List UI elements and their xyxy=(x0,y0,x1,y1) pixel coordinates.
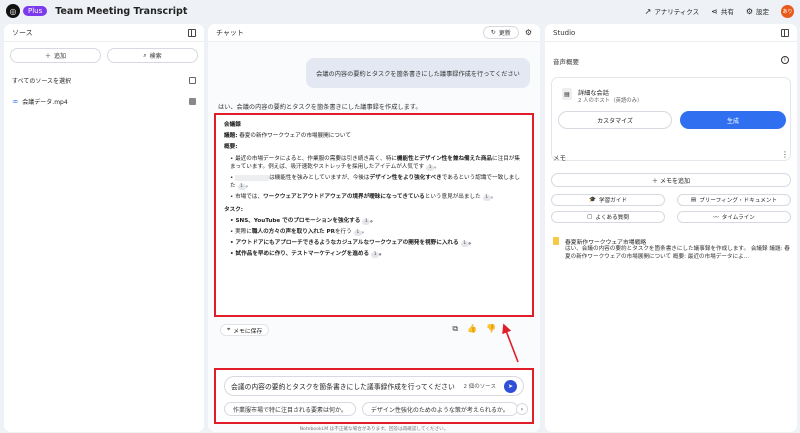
avatar[interactable]: あり xyxy=(781,4,794,18)
task-item-4: • 試作品を早めに作り、テストマーケティングを進める 1。 xyxy=(230,251,385,259)
citation-badge[interactable]: 1 xyxy=(353,230,362,237)
customize-button[interactable]: カスタマイズ xyxy=(558,111,672,129)
chat-panel: チャット ↻ 更新 ⚙ 会議の内容の要約とタスクを箇条書きにした議事録作成を行って… xyxy=(208,24,540,432)
share-button[interactable]: ⋖ 共有 xyxy=(711,6,734,17)
analytics-button[interactable]: ↗ アナリティクス xyxy=(644,6,700,17)
feedback-icons: ⧉ 👍 👎 xyxy=(452,324,496,334)
task-item-1: • SNS、YouTube でのプロモーションを強化する 1。 xyxy=(230,217,376,225)
search-icon: ⌕ xyxy=(143,51,147,59)
audio-doc-icon: ▤ xyxy=(562,88,572,100)
disclaimer-footer: NotebookLM は不正確な場合があります。回答は再確認してください。 xyxy=(299,427,449,432)
refresh-icon: ↻ xyxy=(490,29,496,36)
audio-card-subtitle: 2 人のホスト（英語のみ） xyxy=(578,98,643,104)
faq-icon: ▢ xyxy=(587,214,593,220)
notebooklm-logo-icon[interactable]: ◎ xyxy=(6,4,20,18)
citation-badge[interactable]: 1 xyxy=(460,241,469,248)
citation-badge[interactable]: 1 xyxy=(237,184,246,191)
timeline-button[interactable]: 〰タイムライン xyxy=(677,211,791,223)
send-arrow-icon: ➤ xyxy=(507,382,514,390)
graduation-cap-icon: 🎓 xyxy=(589,197,596,203)
thumbs-down-icon[interactable]: 👎 xyxy=(486,324,496,334)
studio-title: Studio xyxy=(553,28,576,37)
suggestion-chips: 作業服市場で特に注目される要素は何か。 デザイン性強化のためのような策が考えられ… xyxy=(224,402,518,416)
generate-button[interactable]: 生成 xyxy=(680,111,786,129)
redacted-text xyxy=(235,174,270,181)
source-item-name: 会議データ.mp4 xyxy=(22,99,68,106)
tune-icon[interactable]: ⚙ xyxy=(525,28,532,37)
citation-badge[interactable]: 1 xyxy=(362,218,371,225)
citation-badge[interactable]: 1 xyxy=(371,252,380,259)
citation-badge[interactable]: 1 xyxy=(482,195,491,202)
chat-title: チャット xyxy=(216,28,244,37)
source-count: 2 個のソース xyxy=(463,384,496,390)
trend-icon: ↗ xyxy=(644,6,652,16)
note-body: はい、会議の内容の要約とタスクを箇条書きにした議事録を作成します。 会議録 議題… xyxy=(565,246,790,260)
notebook-title[interactable]: Team Meeting Transcript xyxy=(55,6,187,17)
composer-highlight-box: 2 個のソース ➤ 作業服市場で特に注目される要素は何か。 デザイン性強化のため… xyxy=(214,368,534,424)
answer-intro: はい、会議の内容の要約とタスクを箇条書きにした議事録を作成します。 xyxy=(218,104,422,111)
source-item-checkbox[interactable] xyxy=(189,98,196,105)
chat-input[interactable] xyxy=(231,382,461,390)
sources-header: ソース xyxy=(4,24,204,42)
add-source-button[interactable]: ＋追加 xyxy=(10,48,101,63)
select-all-label: すべてのソースを選択 xyxy=(12,78,72,85)
timeline-icon: 〰 xyxy=(713,215,719,221)
settings-button[interactable]: ⚙ 設定 xyxy=(745,6,769,17)
sources-title: ソース xyxy=(12,28,33,37)
summary-item-1: • 最近の市場データによると、作業服の需要は引き続き高く、特に機能性とデザイン性… xyxy=(230,155,520,171)
summary-label: 概要: xyxy=(224,144,238,151)
tasks-label: タスク: xyxy=(224,206,244,213)
more-vertical-icon[interactable]: ⋮ xyxy=(781,150,789,159)
audio-overview-title: 音声概要 xyxy=(553,58,579,66)
top-bar: ◎ Plus Team Meeting Transcript ↗ アナリティクス … xyxy=(0,0,800,22)
refresh-button[interactable]: ↻ 更新 xyxy=(482,26,519,39)
save-to-note-button[interactable]: ⌖ メモに保存 xyxy=(220,324,270,336)
suggestion-chip[interactable]: 作業服市場で特に注目される要素は何か。 xyxy=(224,402,356,416)
collapse-panel-icon[interactable] xyxy=(781,28,789,37)
plus-badge: Plus xyxy=(23,6,48,16)
pin-icon: ⌖ xyxy=(227,326,231,333)
plus-icon: ＋ xyxy=(652,177,660,185)
share-icon: ⋖ xyxy=(711,6,718,16)
sources-panel: ソース ＋追加 ⌕ 検索 すべてのソースを選択 ♒ 会議データ.mp4 xyxy=(4,24,204,432)
memo-title: メモ xyxy=(553,154,566,162)
briefing-doc-button[interactable]: ▤ ブリーフィング・ドキュメント xyxy=(677,194,791,206)
add-note-button[interactable]: ＋ メモを追加 xyxy=(551,173,791,187)
summary-item-3: • 市場では、ワークウェアとアウトドアウェアの境界が曖昧になってきているという意… xyxy=(230,194,497,202)
send-button[interactable]: ➤ xyxy=(504,379,517,393)
answer-heading: 会議録 xyxy=(224,122,241,128)
plus-icon: ＋ xyxy=(44,53,51,60)
task-item-3: • アウトドアにもアプローチできるようなカジュアルなワークウェアの開発を視野に入… xyxy=(230,240,475,248)
gear-icon: ⚙ xyxy=(745,6,753,16)
note-title: 春夏新作ワークウェア市場戦略 xyxy=(565,240,647,246)
task-item-2: • 実際に職人の方々の声を取り入れた PRを行う 1。 xyxy=(230,229,368,237)
thumbs-up-icon[interactable]: 👍 xyxy=(467,324,477,334)
select-all-checkbox[interactable] xyxy=(189,77,196,84)
chat-input-box[interactable]: 2 個のソース ➤ xyxy=(224,376,524,396)
citation-badge[interactable]: 1 xyxy=(426,164,435,171)
chevron-right-icon[interactable]: › xyxy=(516,403,528,415)
select-all-row[interactable]: すべてのソースを選択 xyxy=(4,76,204,85)
audio-wave-icon: ♒ xyxy=(12,97,19,106)
chat-header: チャット ↻ 更新 ⚙ xyxy=(208,24,540,42)
audio-overview-card: ▤ 詳細な会話 2 人のホスト（英語のみ） カスタマイズ 生成 xyxy=(551,77,791,161)
study-guide-button[interactable]: 🎓 学習ガイド xyxy=(551,194,665,206)
suggestion-chip[interactable]: デザイン性強化のためのような策が考えられるか。 xyxy=(361,402,518,416)
faq-button[interactable]: ▢ よくある質問 xyxy=(551,211,665,223)
document-icon: ▤ xyxy=(690,197,697,203)
studio-header: Studio xyxy=(545,24,797,42)
note-icon xyxy=(553,237,559,245)
info-icon[interactable]: i xyxy=(781,56,789,64)
user-message-bubble: 会議の内容の要約とタスクを箇条書きにした議事録作成を行ってください xyxy=(306,58,530,88)
answer-subject: 議題: 春夏の新作ワークウェアの市場展開について xyxy=(224,133,351,140)
search-source-button[interactable]: ⌕ 検索 xyxy=(107,48,198,63)
studio-panel: Studio 音声概要 i ▤ 詳細な会話 2 人のホスト（英語のみ） カスタマ… xyxy=(545,24,797,432)
collapse-panel-icon[interactable] xyxy=(188,28,196,37)
answer-highlight-box: 会議録 議題: 春夏の新作ワークウェアの市場展開について 概要: • 最近の市場… xyxy=(214,113,534,317)
copy-icon[interactable]: ⧉ xyxy=(452,324,458,334)
source-item[interactable]: ♒ 会議データ.mp4 xyxy=(4,97,204,106)
summary-item-2: • は機能性を強みとしていますが、今後はデザイン性をより強化すべきであるという認… xyxy=(230,174,520,191)
